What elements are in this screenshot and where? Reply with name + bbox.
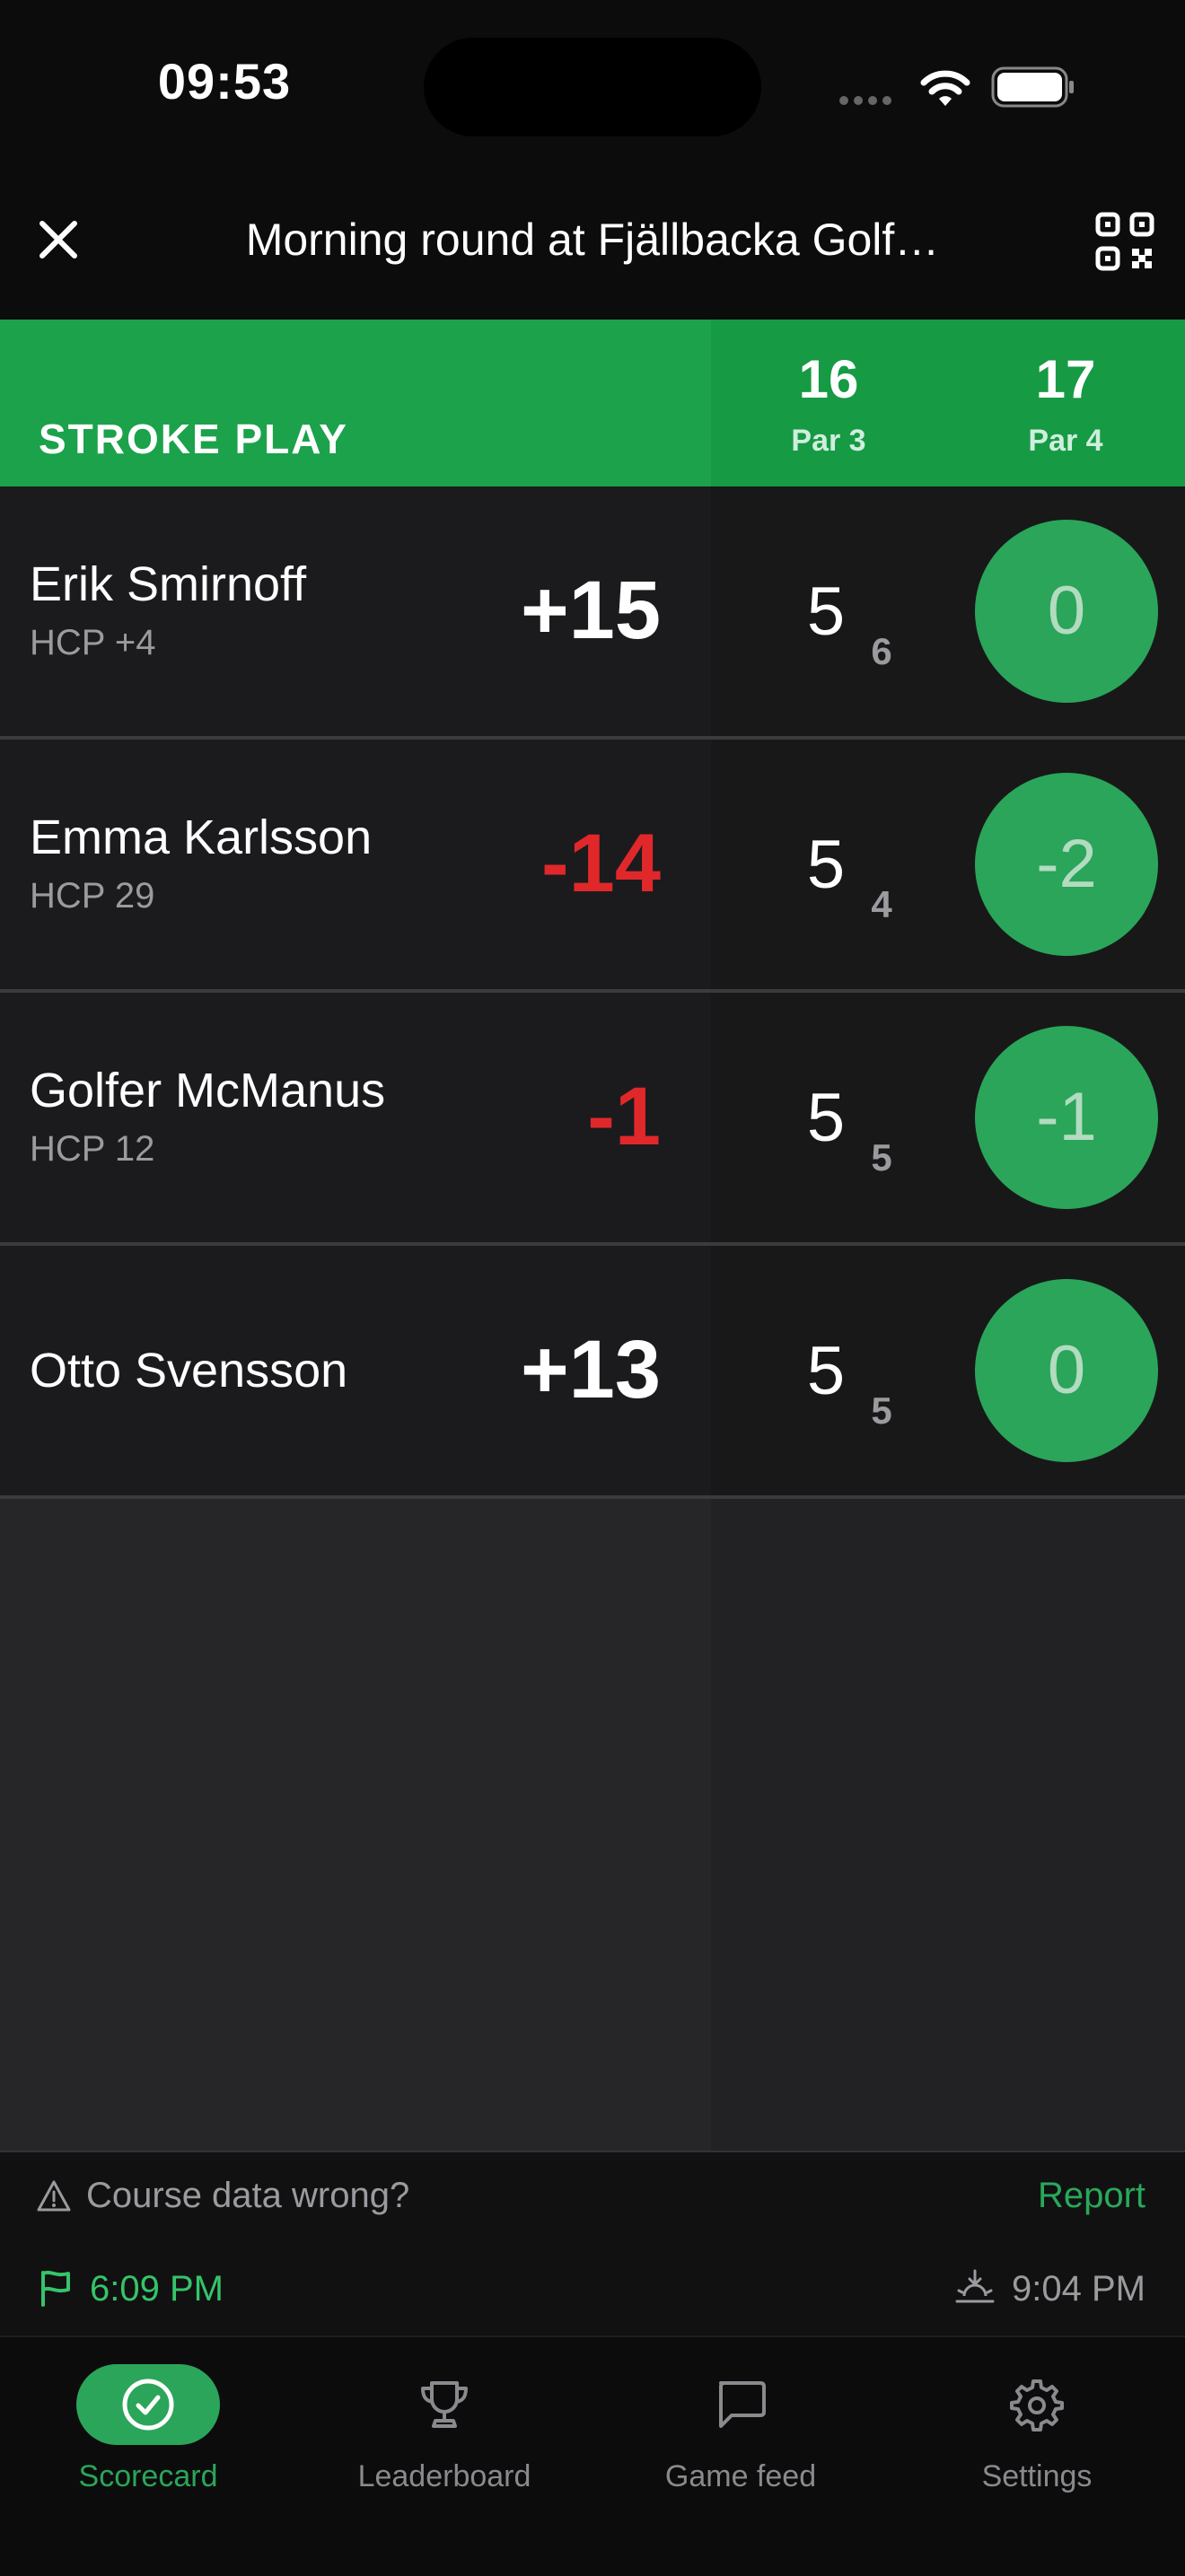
check-circle-icon <box>122 2379 174 2431</box>
close-icon[interactable] <box>27 208 90 271</box>
hole-gross-score[interactable]: 5 <box>790 573 862 651</box>
chat-bubble-icon <box>719 2381 766 2428</box>
qr-code-icon[interactable] <box>1095 212 1154 271</box>
hole-gross-score[interactable]: 5 <box>790 826 862 904</box>
game-type-label: STROKE PLAY <box>39 416 348 462</box>
hole-score-circle[interactable]: -2 <box>975 773 1158 956</box>
player-hcp: HCP 29 <box>30 876 155 916</box>
hole-net-score: 5 <box>871 1136 892 1178</box>
hole-score-circle[interactable]: 0 <box>975 520 1158 703</box>
hole-gross-score[interactable]: 5 <box>790 1079 862 1157</box>
tab-leaderboard[interactable]: Leaderboard <box>296 2361 592 2513</box>
warning-icon <box>37 2180 71 2212</box>
hole-net-score: 6 <box>871 630 892 672</box>
cellular-signal-icon <box>839 93 902 105</box>
hole-number: 17 <box>1035 349 1096 409</box>
gear-icon <box>1010 2379 1064 2431</box>
report-link[interactable]: Report <box>988 2176 1146 2216</box>
dynamic-island <box>424 38 761 136</box>
player-total: +13 <box>520 1324 661 1415</box>
player-total: -1 <box>587 1071 661 1162</box>
player-name: Golfer McManus <box>30 1064 386 1117</box>
player-name: Otto Svensson <box>30 1344 348 1398</box>
battery-icon <box>991 66 1074 108</box>
round-title: Morning round at Fjällbacka Golf… <box>245 215 940 265</box>
tab-label: Game feed <box>664 2459 817 2493</box>
player-hcp: HCP 12 <box>30 1129 155 1169</box>
player-hcp: HCP +4 <box>30 623 156 662</box>
hole-par: Par 3 <box>791 424 866 458</box>
player-total: -14 <box>541 818 661 909</box>
hole-net-score: 4 <box>871 883 892 925</box>
hole-par: Par 4 <box>1028 424 1103 458</box>
hole-gross-score[interactable]: 5 <box>790 1332 862 1410</box>
flag-icon <box>41 2270 70 2307</box>
course-data-question: Course data wrong? <box>86 2176 410 2215</box>
tab-label: Settings <box>981 2459 1093 2493</box>
hole-net-score: 5 <box>871 1389 892 1432</box>
tab-settings[interactable]: Settings <box>889 2361 1185 2513</box>
wifi-icon <box>920 70 970 106</box>
sunset-time: 9:04 PM <box>1012 2269 1146 2309</box>
status-time: 09:53 <box>157 53 292 110</box>
sunset-icon <box>955 2269 995 2303</box>
player-name: Emma Karlsson <box>30 810 373 864</box>
holes-column-empty <box>711 1499 1185 2151</box>
player-name: Erik Smirnoff <box>30 557 307 611</box>
trophy-icon <box>421 2381 468 2428</box>
hole-number: 16 <box>798 349 859 409</box>
tab-game-feed[interactable]: Game feed <box>592 2361 889 2513</box>
tab-label: Leaderboard <box>357 2459 531 2493</box>
hole-score-circle[interactable]: -1 <box>975 1026 1158 1209</box>
tab-scorecard[interactable]: Scorecard <box>0 2361 296 2513</box>
hole-score-circle[interactable]: 0 <box>975 1279 1158 1462</box>
tab-label: Scorecard <box>78 2459 218 2493</box>
player-total: +15 <box>520 565 661 656</box>
tee-time: 6:09 PM <box>90 2269 224 2309</box>
